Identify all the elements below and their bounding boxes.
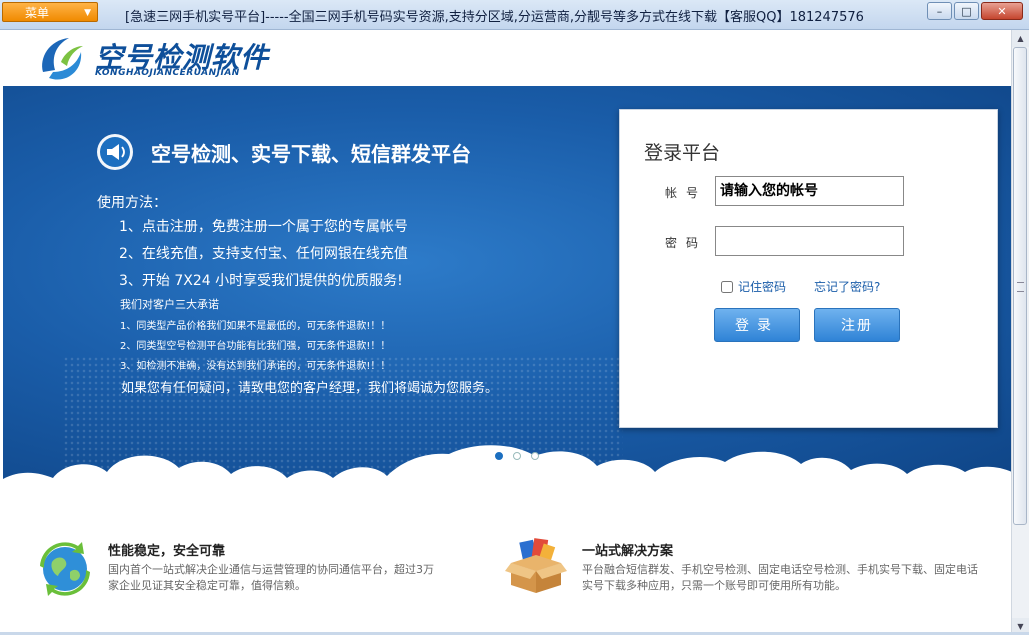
menu-label: 菜单 <box>25 6 50 20</box>
window-controls: – □ ✕ <box>927 2 1023 20</box>
login-title: 登录平台 <box>644 142 721 164</box>
usage-heading: 使用方法： <box>97 195 167 211</box>
window-title: [急速三网手机实号平台]-----全国三网手机号码实号资源,支持分区域,分运营商… <box>125 10 864 25</box>
carousel-dot[interactable] <box>513 452 521 460</box>
login-panel: 登录平台 帐号 密码 记住密码 忘记了密码? 登录 注册 <box>619 109 998 428</box>
remember-label: 记住密码 <box>738 280 787 294</box>
forgot-password-link[interactable]: 忘记了密码? <box>814 278 880 295</box>
promise-item: 2、同类型空号检测平台功能有比我们强，可无条件退款!！！ <box>120 341 391 352</box>
menu-button[interactable]: 菜单 ▼ <box>2 2 98 22</box>
cloud-divider <box>3 445 1012 498</box>
promise-item: 1、同类型产品价格我们如果不是最低的，可无条件退款!！！ <box>120 321 391 332</box>
package-box-icon <box>505 538 567 593</box>
contact-text: 如果您有任何疑问，请致电您的客户经理，我们将竭诚为您服务。 <box>121 381 499 396</box>
carousel-dot[interactable] <box>531 452 539 460</box>
close-button[interactable]: ✕ <box>981 2 1023 20</box>
chevron-down-icon: ▼ <box>84 8 91 18</box>
megaphone-icon <box>97 134 133 170</box>
logo-swirl-icon <box>42 38 83 80</box>
remember-password[interactable]: 记住密码 <box>721 278 786 295</box>
account-input[interactable] <box>715 176 904 206</box>
usage-step: 2、在线充值，支持支付宝、任何网银在线充值 <box>119 246 408 262</box>
app-header: 空号检测软件 KONGHAOJIANCERUANJIAN <box>3 30 1012 86</box>
feature-title-stable: 性能稳定，安全可靠 <box>108 544 226 559</box>
scroll-thumb[interactable] <box>1013 47 1027 525</box>
login-button[interactable]: 登录 <box>714 308 800 342</box>
carousel-indicators <box>495 452 539 460</box>
window-titlebar: 菜单 ▼ [急速三网手机实号平台]-----全国三网手机号码实号资源,支持分区域… <box>0 0 1029 30</box>
remember-checkbox[interactable] <box>721 280 733 293</box>
password-label: 密码 <box>665 236 708 250</box>
banner-title: 空号检测、实号下载、短信群发平台 <box>151 142 471 166</box>
feature-desc-onestop: 平台融合短信群发、手机空号检测、固定电话空号检测、手机实号下载、固定电话实号下载… <box>582 563 978 592</box>
globe-refresh-icon <box>40 542 90 596</box>
promise-heading: 我们对客户三大承诺 <box>120 298 219 311</box>
promise-item: 3、如检测不准确，没有达到我们承诺的，可无条件退款!！！ <box>120 361 391 372</box>
password-input[interactable] <box>715 226 904 256</box>
carousel-dot[interactable] <box>495 452 503 460</box>
minimize-button[interactable]: – <box>927 2 952 20</box>
vertical-scrollbar[interactable]: ▲ ▼ <box>1011 30 1029 635</box>
feature-desc-stable: 国内首个一站式解决企业通信与运营管理的协同通信平台，超过3万家企业见证其安全稳定… <box>108 563 434 592</box>
usage-step: 1、点击注册，免费注册一个属于您的专属帐号 <box>119 219 408 235</box>
feature-title-onestop: 一站式解决方案 <box>582 544 674 559</box>
logo-subtitle: KONGHAOJIANCERUANJIAN <box>95 68 240 78</box>
scroll-up-arrow-icon[interactable]: ▲ <box>1012 30 1029 47</box>
register-button[interactable]: 注册 <box>814 308 900 342</box>
account-label: 帐号 <box>665 186 708 200</box>
usage-step: 3、开始 7X24 小时享受我们提供的优质服务! <box>119 273 403 289</box>
maximize-button[interactable]: □ <box>954 2 979 20</box>
